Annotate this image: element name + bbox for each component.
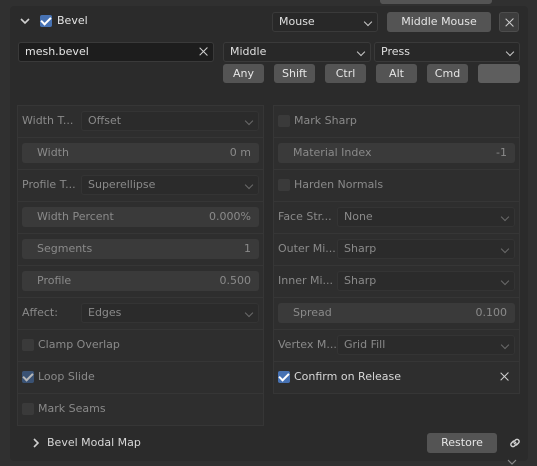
chevron-down-icon (244, 180, 254, 190)
event-value-dropdown[interactable]: Middle (223, 42, 371, 62)
face-strength-label: Face Str... (278, 210, 332, 223)
chevron-down-icon (363, 17, 373, 27)
width-type-label: Width T... (22, 114, 74, 127)
loop-slide-checkbox[interactable] (22, 371, 34, 383)
event-action-dropdown[interactable]: Press (374, 42, 520, 62)
toolbar-edge (380, 0, 492, 4)
outer-miter-dropdown[interactable]: Sharp (337, 239, 515, 259)
affect-label: Affect: (22, 306, 58, 319)
chevron-down-icon (356, 47, 366, 57)
close-icon (505, 18, 514, 27)
width-field[interactable]: Width 0 m (22, 143, 259, 163)
restore-button[interactable]: Restore (427, 433, 497, 453)
width-percent-field[interactable]: Width Percent 0.000% (22, 207, 259, 227)
vertex-mesh-label: Vertex M... (278, 338, 337, 351)
modal-map-label[interactable]: Bevel Modal Map (47, 436, 141, 449)
chevron-down-icon (507, 459, 517, 465)
inner-miter-label: Inner Mi... (278, 274, 334, 287)
key-modifier-field[interactable] (478, 64, 520, 83)
profile-type-label: Profile T... (22, 178, 76, 191)
segments-field[interactable]: Segments 1 (22, 239, 259, 259)
spread-field[interactable]: Spread 0.100 (278, 303, 515, 323)
link-icon[interactable] (507, 435, 523, 451)
remove-keymap-item-button[interactable] (499, 12, 519, 32)
chevron-down-icon[interactable] (19, 16, 31, 26)
chevron-down-icon (500, 340, 510, 350)
modifier-cmd-button[interactable]: Cmd (427, 64, 468, 83)
mark-seams-checkbox[interactable] (22, 403, 34, 415)
input-button-selector[interactable]: Middle Mouse (387, 12, 491, 32)
close-icon[interactable] (500, 372, 509, 381)
mark-sharp-label: Mark Sharp (294, 114, 357, 127)
mark-sharp-checkbox[interactable] (278, 115, 290, 127)
confirm-on-release-label: Confirm on Release (294, 370, 402, 383)
chevron-down-icon (505, 47, 515, 57)
outer-miter-label: Outer Mi... (278, 242, 336, 255)
vertex-mesh-dropdown[interactable]: Grid Fill (337, 335, 515, 355)
chevron-down-icon (500, 276, 510, 286)
chevron-down-icon (244, 116, 254, 126)
chevron-right-icon[interactable] (31, 437, 41, 449)
face-strength-dropdown[interactable]: None (337, 207, 515, 227)
modifier-shift-button[interactable]: Shift (274, 64, 315, 83)
operator-idname-field[interactable]: mesh.bevel (18, 42, 214, 62)
inner-miter-dropdown[interactable]: Sharp (337, 271, 515, 291)
keymap-item-title: Bevel (57, 14, 88, 27)
chevron-down-icon (500, 244, 510, 254)
material-index-field[interactable]: Material Index -1 (278, 143, 515, 163)
width-type-dropdown[interactable]: Offset (81, 111, 259, 131)
modifier-alt-button[interactable]: Alt (376, 64, 417, 83)
modifier-ctrl-button[interactable]: Ctrl (325, 64, 366, 83)
mark-seams-label: Mark Seams (38, 402, 106, 415)
affect-dropdown[interactable]: Edges (81, 303, 259, 323)
chevron-down-icon (500, 212, 510, 222)
harden-normals-checkbox[interactable] (278, 179, 290, 191)
map-type-dropdown[interactable]: Mouse (272, 12, 378, 32)
chevron-down-icon (244, 308, 254, 318)
harden-normals-label: Harden Normals (294, 178, 384, 191)
keymap-item-active-checkbox[interactable] (40, 15, 52, 27)
loop-slide-label: Loop Slide (38, 370, 95, 383)
confirm-on-release-checkbox[interactable] (278, 371, 290, 383)
clamp-overlap-checkbox[interactable] (22, 339, 34, 351)
profile-field[interactable]: Profile 0.500 (22, 271, 259, 291)
resize-handle[interactable] (507, 455, 517, 465)
modifier-any-button[interactable]: Any (223, 64, 264, 83)
close-icon[interactable] (199, 47, 208, 56)
clamp-overlap-label: Clamp Overlap (38, 338, 120, 351)
profile-type-dropdown[interactable]: Superellipse (81, 175, 259, 195)
